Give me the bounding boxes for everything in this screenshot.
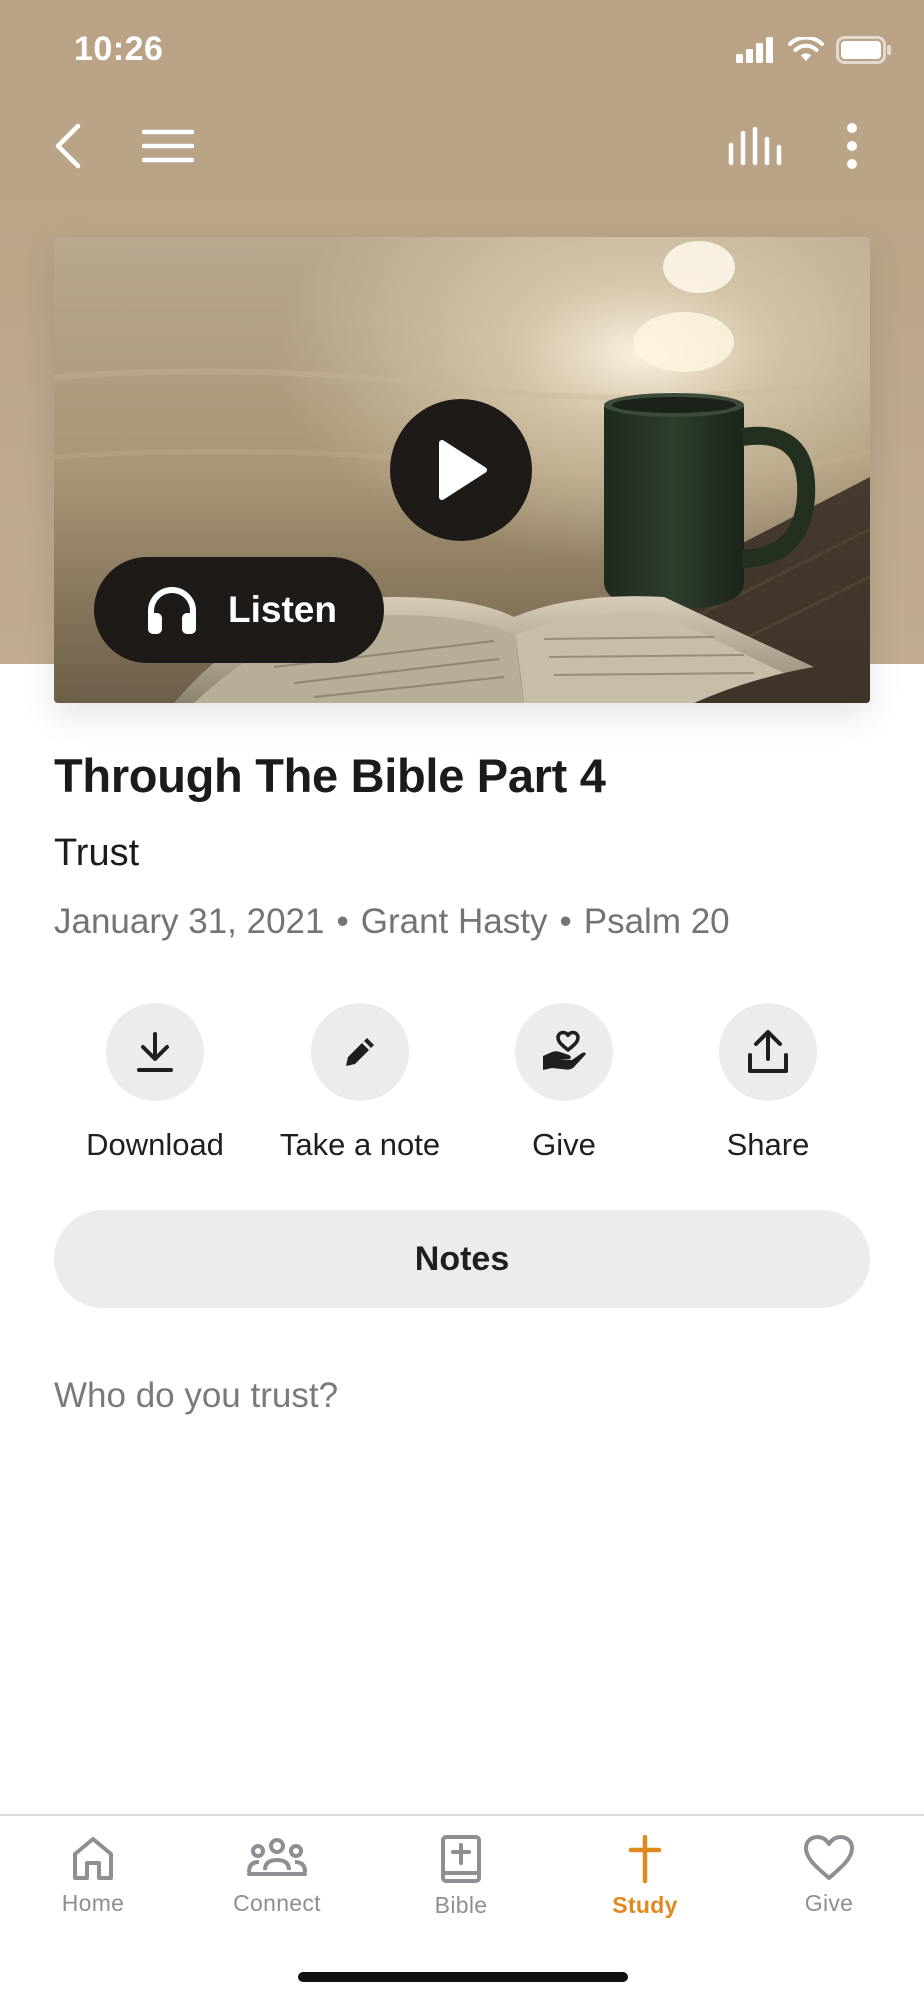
tab-connect-label: Connect: [233, 1890, 321, 1916]
give-action-label: Give: [532, 1127, 596, 1162]
share-circle[interactable]: [719, 1003, 817, 1101]
home-indicator: [298, 1972, 628, 1982]
pencil-icon: [346, 1038, 374, 1066]
play-icon: [439, 440, 487, 500]
take-a-note-label: Take a note: [279, 1127, 441, 1162]
tab-study[interactable]: Study: [565, 1834, 725, 1919]
sermon-media-card[interactable]: Listen: [54, 237, 870, 703]
sermon-detail-screen: 10:26 Listen Through The Bible Part 4 Tr…: [0, 0, 924, 2000]
status-bar: 10:26: [0, 0, 924, 100]
back-button[interactable]: [40, 114, 96, 178]
status-icons: [736, 35, 892, 69]
tab-home[interactable]: Home: [13, 1834, 173, 1917]
menu-button[interactable]: [136, 114, 200, 178]
give-hand-heart-icon: [543, 1030, 586, 1070]
share-button[interactable]: Share: [658, 1003, 878, 1163]
sermon-description: Who do you trust?: [54, 1376, 339, 1415]
people-icon: [247, 1838, 307, 1876]
play-button[interactable]: [390, 399, 532, 541]
tab-bible[interactable]: Bible: [381, 1834, 541, 1919]
tab-give[interactable]: Give: [749, 1834, 909, 1917]
more-options-button[interactable]: [824, 114, 880, 178]
more-vertical-icon: [847, 123, 857, 169]
notes-button[interactable]: Notes: [54, 1210, 870, 1308]
chevron-left-icon: [55, 123, 81, 169]
cellular-signal-icon: [736, 37, 776, 68]
sermon-scripture: Psalm 20: [583, 902, 730, 941]
download-button[interactable]: Download: [45, 1003, 265, 1163]
battery-icon: [836, 36, 892, 69]
hamburger-menu-icon: [142, 129, 194, 163]
download-circle[interactable]: [106, 1003, 204, 1101]
tab-give-label: Give: [804, 1890, 854, 1916]
headphones-icon: [148, 587, 196, 634]
give-action-circle[interactable]: [515, 1003, 613, 1101]
action-row: Download Take a note Give Share: [0, 1003, 924, 1173]
bible-icon: [441, 1835, 481, 1883]
sermon-speaker: Grant Hasty: [360, 902, 548, 941]
home-icon: [73, 1837, 113, 1880]
sermon-date: January 31, 2021: [54, 902, 325, 941]
tab-connect[interactable]: Connect: [197, 1834, 357, 1917]
give-action-button[interactable]: Give: [454, 1003, 674, 1163]
download-label: Download: [86, 1127, 224, 1162]
sermon-subtitle: Trust: [54, 832, 140, 874]
download-icon: [137, 1032, 173, 1072]
audio-levels-icon: [728, 127, 782, 165]
take-a-note-button[interactable]: Take a note: [250, 1003, 470, 1163]
status-time: 10:26: [74, 30, 164, 68]
meta-separator: •: [559, 902, 572, 941]
listen-button[interactable]: Listen: [94, 557, 384, 663]
top-navigation: [0, 110, 924, 190]
sermon-title: Through The Bible Part 4: [54, 749, 606, 802]
take-a-note-circle[interactable]: [311, 1003, 409, 1101]
tab-home-label: Home: [61, 1890, 125, 1916]
audio-levels-button[interactable]: [720, 114, 790, 178]
share-label: Share: [726, 1127, 810, 1162]
meta-separator: •: [336, 902, 349, 941]
heart-icon: [804, 1835, 854, 1880]
share-icon: [748, 1030, 788, 1073]
cross-icon: [628, 1834, 662, 1884]
listen-label: Listen: [228, 589, 337, 630]
sermon-meta: January 31, 2021 • Grant Hasty • Psalm 2…: [54, 902, 730, 942]
tab-study-label: Study: [612, 1892, 678, 1918]
wifi-icon: [788, 35, 824, 68]
tab-bible-label: Bible: [434, 1892, 488, 1918]
